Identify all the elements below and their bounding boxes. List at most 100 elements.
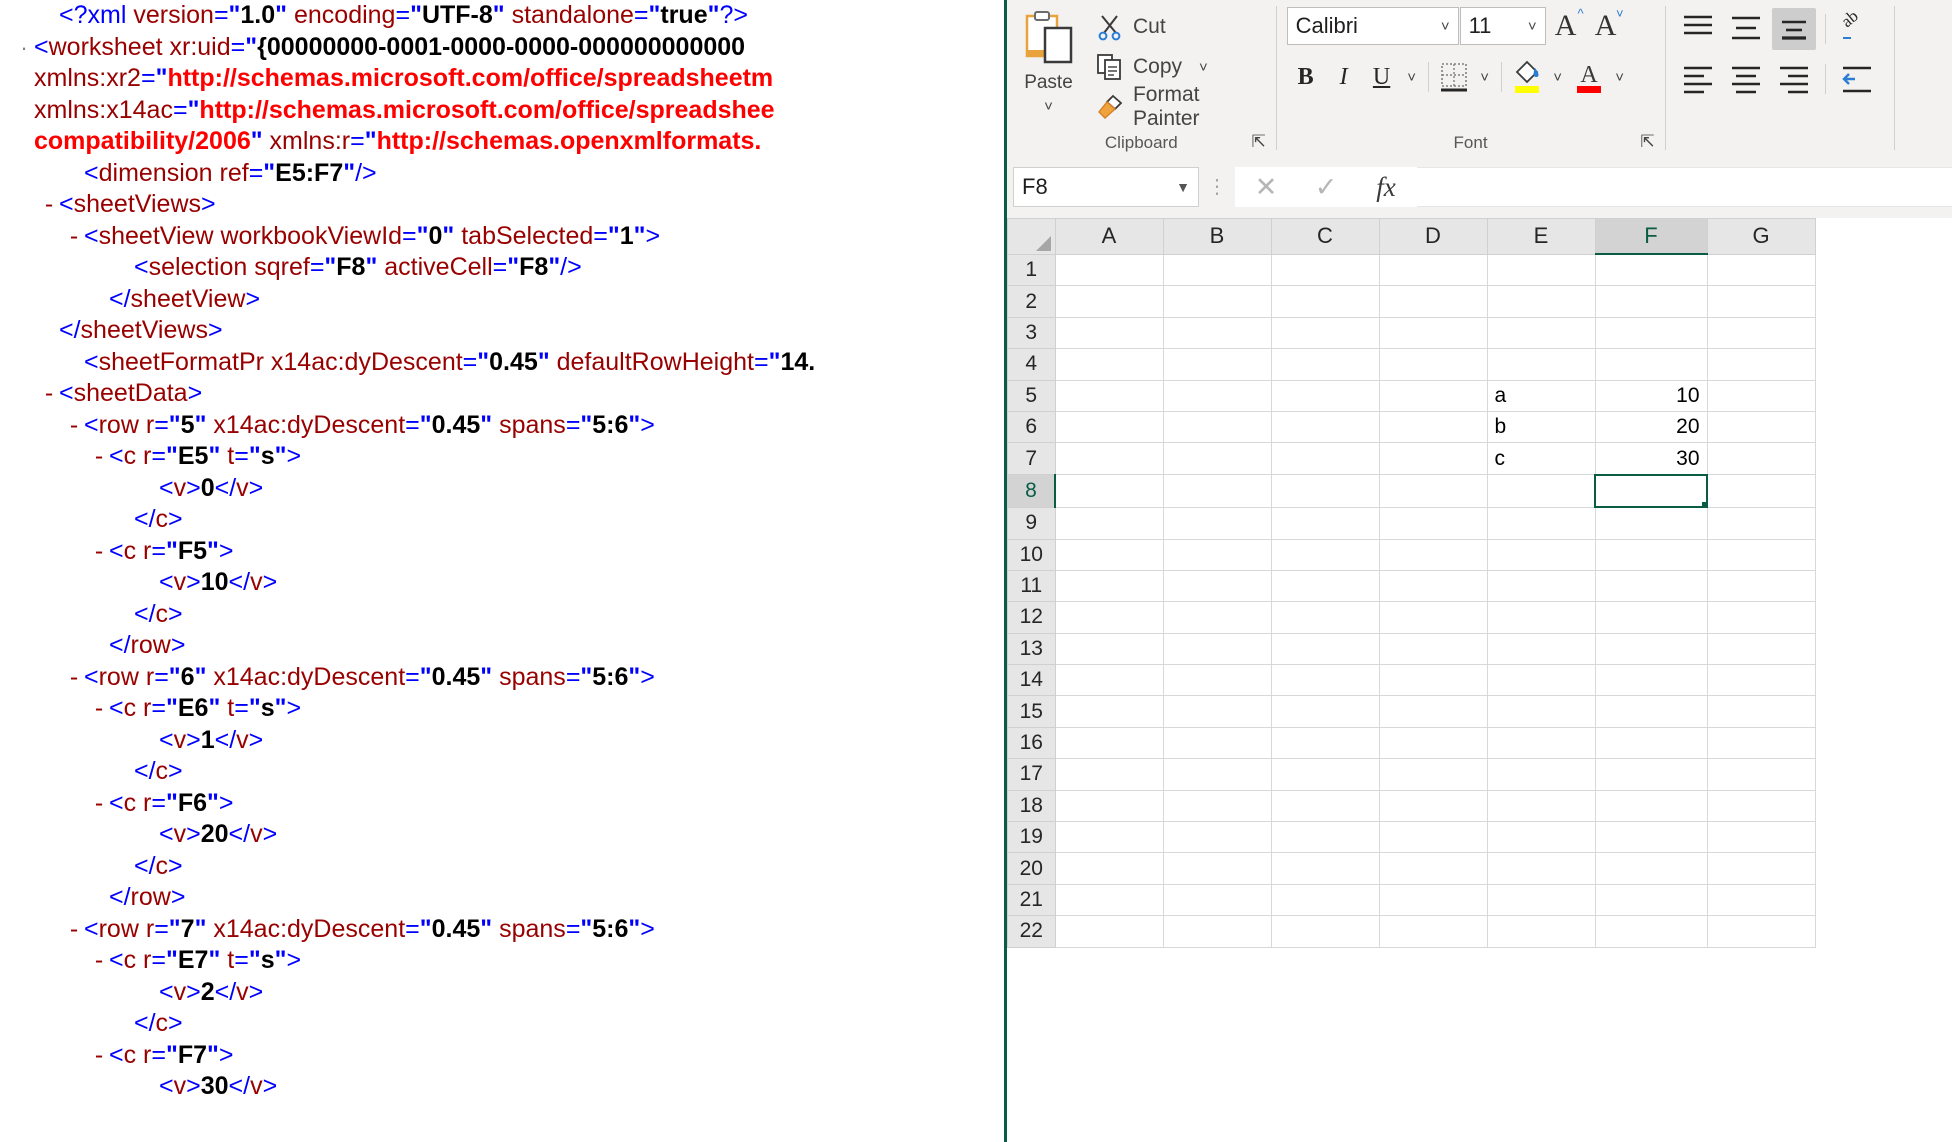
cell-c11[interactable] — [1271, 570, 1380, 603]
cell-e14[interactable] — [1487, 664, 1596, 697]
xml-collapse-toggle[interactable]: - — [64, 410, 84, 442]
row-header-21[interactable]: 21 — [1007, 883, 1056, 917]
row-header-16[interactable]: 16 — [1007, 726, 1056, 760]
cell-e11[interactable] — [1487, 570, 1596, 603]
cell-e22[interactable] — [1487, 915, 1596, 948]
cell-f20[interactable] — [1595, 852, 1708, 885]
cell-c16[interactable] — [1271, 727, 1380, 760]
cell-b3[interactable] — [1163, 317, 1272, 350]
bold-button[interactable]: B — [1287, 58, 1325, 96]
cell-a22[interactable] — [1055, 915, 1164, 948]
cell-d9[interactable] — [1379, 507, 1488, 540]
formula-bar-grip[interactable]: ⋮ — [1199, 177, 1235, 197]
font-name-chevron-down-icon[interactable]: ˅ — [1433, 18, 1458, 35]
cell-c22[interactable] — [1271, 915, 1380, 948]
row-header-18[interactable]: 18 — [1007, 789, 1056, 823]
cell-d20[interactable] — [1379, 852, 1488, 885]
cell-f10[interactable] — [1595, 539, 1708, 571]
cell-e7[interactable]: c — [1487, 442, 1596, 476]
cell-f8[interactable] — [1594, 473, 1708, 509]
cell-f7[interactable]: 30 — [1595, 442, 1708, 476]
cell-d6[interactable] — [1379, 411, 1488, 444]
cell-a20[interactable] — [1055, 852, 1164, 885]
cell-d19[interactable] — [1379, 821, 1488, 854]
cell-b11[interactable] — [1163, 570, 1272, 603]
cell-g20[interactable] — [1707, 852, 1816, 885]
fill-color-button[interactable] — [1507, 56, 1547, 98]
cell-a16[interactable] — [1055, 727, 1164, 760]
copy-chevron-down-icon[interactable]: ˅ — [1199, 59, 1208, 76]
row-header-17[interactable]: 17 — [1007, 758, 1056, 791]
cell-g5[interactable] — [1707, 380, 1816, 412]
cell-b7[interactable] — [1163, 442, 1272, 476]
cell-b21[interactable] — [1163, 884, 1272, 917]
column-header-g[interactable]: G — [1706, 218, 1816, 255]
cell-f18[interactable] — [1595, 790, 1708, 823]
column-header-c[interactable]: C — [1270, 218, 1380, 255]
underline-chevron-down-icon[interactable]: ˅ — [1401, 58, 1423, 96]
cell-d12[interactable] — [1379, 601, 1488, 634]
xml-collapse-toggle[interactable]: - — [89, 788, 109, 820]
cell-f9[interactable] — [1595, 507, 1708, 540]
row-header-11[interactable]: 11 — [1007, 569, 1056, 603]
cell-g1[interactable] — [1707, 254, 1816, 287]
row-header-20[interactable]: 20 — [1007, 852, 1056, 885]
cell-c20[interactable] — [1271, 852, 1380, 885]
cell-c2[interactable] — [1271, 285, 1380, 318]
cell-c8[interactable] — [1271, 474, 1380, 508]
cell-f15[interactable] — [1595, 695, 1708, 728]
decrease-indent-button[interactable] — [1835, 58, 1879, 100]
column-header-a[interactable]: A — [1054, 218, 1164, 255]
cell-f4[interactable] — [1595, 348, 1708, 381]
cell-a7[interactable] — [1055, 442, 1164, 476]
name-box-chevron-down-icon[interactable]: ▼ — [1176, 179, 1190, 195]
column-header-e[interactable]: E — [1486, 218, 1596, 255]
cell-g21[interactable] — [1707, 884, 1816, 917]
cell-d2[interactable] — [1379, 285, 1488, 318]
cell-a12[interactable] — [1055, 601, 1164, 634]
cell-c13[interactable] — [1271, 633, 1380, 666]
cell-c14[interactable] — [1271, 664, 1380, 697]
align-left-button[interactable] — [1676, 58, 1720, 100]
align-bottom-button[interactable] — [1771, 8, 1816, 50]
font-size-combobox[interactable]: 11 ˅ — [1459, 7, 1546, 45]
cell-g15[interactable] — [1707, 695, 1816, 728]
cell-a18[interactable] — [1055, 790, 1164, 823]
align-right-button[interactable] — [1772, 58, 1816, 100]
cell-a13[interactable] — [1055, 633, 1164, 666]
xml-collapse-toggle[interactable]: - — [89, 536, 109, 568]
cell-e19[interactable] — [1487, 821, 1596, 854]
cell-e21[interactable] — [1487, 884, 1596, 917]
cell-b17[interactable] — [1163, 758, 1272, 791]
align-middle-button[interactable] — [1724, 8, 1768, 50]
font-color-chevron-down-icon[interactable]: ˅ — [1609, 58, 1631, 96]
cell-e5[interactable]: a — [1487, 380, 1596, 412]
fill-color-chevron-down-icon[interactable]: ˅ — [1547, 58, 1569, 96]
cell-b1[interactable] — [1163, 254, 1272, 287]
clipboard-dialog-launcher-icon[interactable]: ⇱ — [1250, 133, 1268, 151]
column-header-f[interactable]: F — [1594, 218, 1708, 255]
row-header-14[interactable]: 14 — [1007, 664, 1056, 697]
cell-f11[interactable] — [1595, 570, 1708, 603]
cell-c7[interactable] — [1271, 442, 1380, 476]
cell-d10[interactable] — [1379, 539, 1488, 571]
cell-d21[interactable] — [1379, 884, 1488, 917]
cell-d1[interactable] — [1379, 254, 1488, 287]
row-header-19[interactable]: 19 — [1007, 821, 1056, 854]
cell-g8[interactable] — [1707, 474, 1816, 508]
row-header-6[interactable]: 6 — [1007, 410, 1056, 444]
cell-c17[interactable] — [1271, 758, 1380, 791]
xml-collapse-toggle[interactable]: - — [39, 378, 59, 410]
align-top-button[interactable] — [1676, 8, 1720, 50]
row-header-2[interactable]: 2 — [1007, 285, 1056, 318]
orientation-button[interactable]: ab — [1835, 6, 1879, 50]
row-header-3[interactable]: 3 — [1007, 316, 1056, 350]
cell-b10[interactable] — [1163, 539, 1272, 571]
xml-collapse-toggle[interactable]: - — [89, 693, 109, 725]
cell-f5[interactable]: 10 — [1595, 380, 1708, 412]
cell-e16[interactable] — [1487, 727, 1596, 760]
cut-button[interactable]: Cut — [1090, 8, 1276, 46]
cell-g11[interactable] — [1707, 570, 1816, 603]
cell-f13[interactable] — [1595, 633, 1708, 666]
cell-f21[interactable] — [1595, 884, 1708, 917]
